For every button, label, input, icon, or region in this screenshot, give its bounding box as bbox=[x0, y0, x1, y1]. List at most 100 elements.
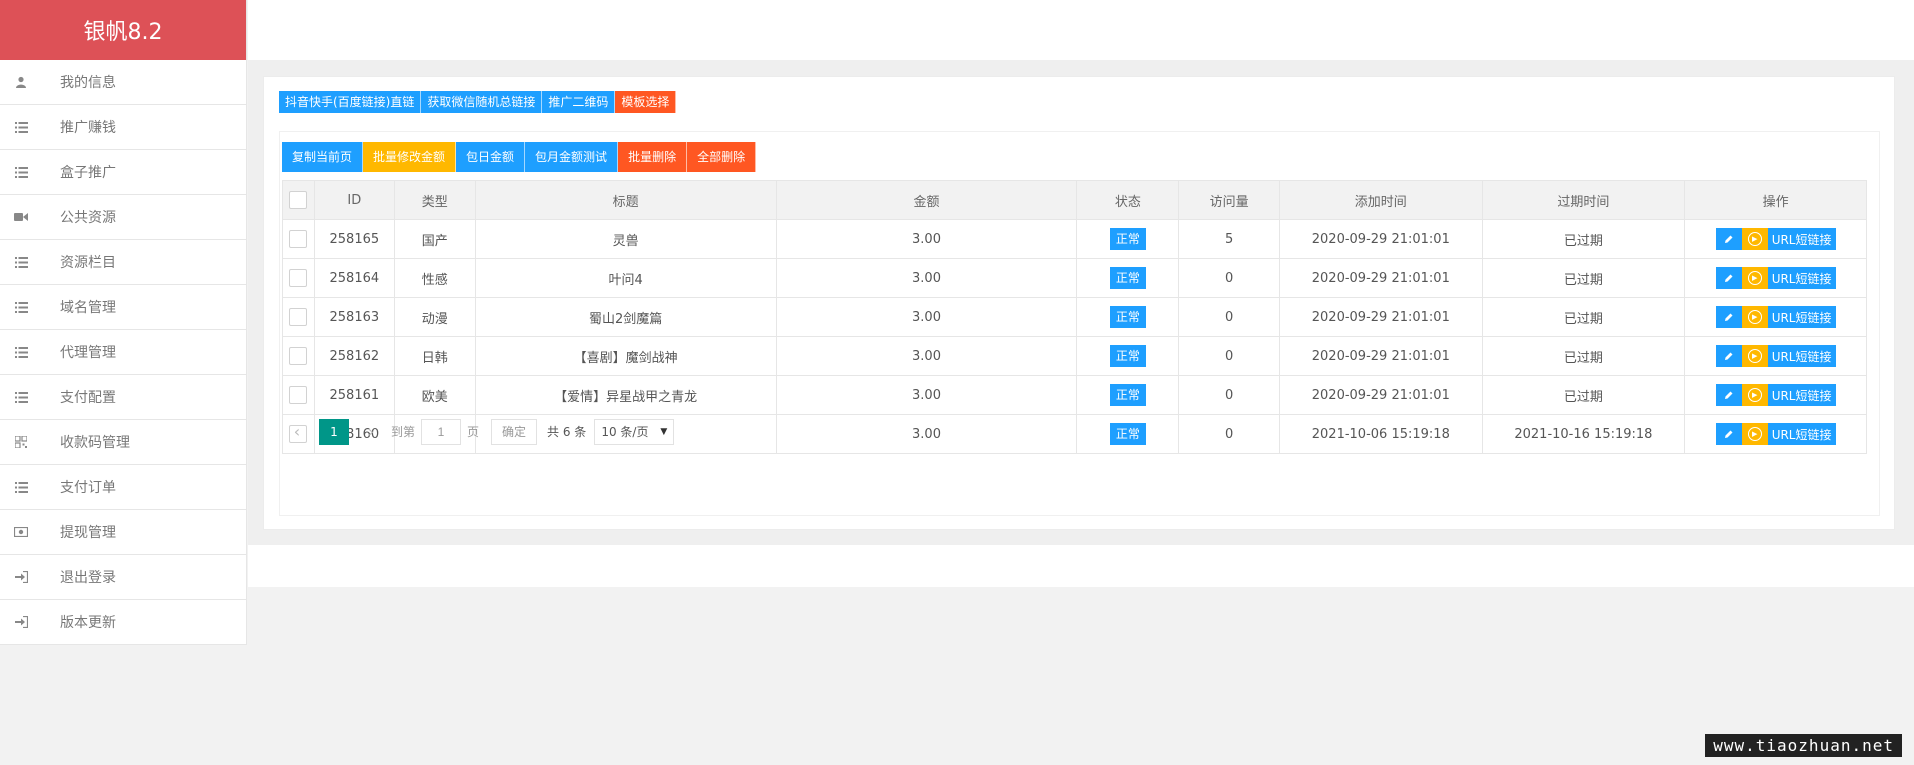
cell-actions: ▶ URL短链接 bbox=[1684, 297, 1867, 337]
edit-button[interactable] bbox=[1715, 306, 1742, 328]
action-button-5[interactable]: 全部删除 bbox=[687, 142, 757, 172]
sidebar-menu: 我的信息 推广赚钱 盒子推广 公共资源 资源栏目 域名管理 代理管理 支付配置 … bbox=[0, 60, 246, 645]
content-panel: 抖音快手(百度链接)直链 获取微信随机总链接 推广二维码 模板选择 复制当前页 批量修改… bbox=[263, 76, 1895, 530]
url-short-link-button[interactable]: URL短链接 bbox=[1767, 306, 1836, 328]
sidebar-item-3[interactable]: 公共资源 bbox=[0, 195, 246, 240]
top-button-2[interactable]: 推广二维码 bbox=[542, 91, 616, 113]
total-count: 共 6 条 bbox=[547, 425, 587, 439]
url-short-link-button[interactable]: URL短链接 bbox=[1767, 345, 1836, 367]
cell-added-time: 2020-09-29 21:01:01 bbox=[1279, 258, 1483, 298]
sidebar-item-6[interactable]: 代理管理 bbox=[0, 330, 246, 375]
row-select-cell[interactable] bbox=[282, 258, 315, 298]
play-button[interactable]: ▶ bbox=[1741, 267, 1768, 289]
row-actions: ▶ URL短链接 bbox=[1715, 306, 1836, 328]
sidebar-item-2[interactable]: 盒子推广 bbox=[0, 150, 246, 195]
sidebar-item-label: 版本更新 bbox=[60, 615, 116, 631]
top-button-0[interactable]: 抖音快手(百度链接)直链 bbox=[279, 91, 422, 113]
cell-type: 性感 bbox=[393, 258, 476, 298]
play-icon: ▶ bbox=[1747, 232, 1762, 246]
row-checkbox[interactable] bbox=[289, 347, 308, 365]
cell-visits: 0 bbox=[1178, 297, 1281, 337]
action-button-2[interactable]: 包日金额 bbox=[456, 142, 526, 172]
row-checkbox[interactable] bbox=[289, 269, 308, 287]
cell-status: 正常 bbox=[1076, 219, 1180, 259]
row-actions: ▶ URL短链接 bbox=[1715, 267, 1836, 289]
header-select-all[interactable] bbox=[282, 180, 315, 220]
cell-title: 蜀山2剑魔篇 bbox=[474, 297, 777, 337]
row-select-cell[interactable] bbox=[282, 375, 315, 415]
play-button[interactable]: ▶ bbox=[1741, 306, 1768, 328]
sidebar-item-label: 推广赚钱 bbox=[60, 120, 116, 136]
row-select-cell[interactable] bbox=[282, 219, 315, 259]
sidebar-item-9[interactable]: 支付订单 bbox=[0, 465, 246, 510]
list-icon bbox=[14, 480, 28, 494]
sidebar-item-1[interactable]: 推广赚钱 bbox=[0, 105, 246, 150]
status-badge[interactable]: 正常 bbox=[1109, 384, 1146, 406]
row-checkbox[interactable] bbox=[289, 230, 308, 248]
cell-expire-time: 已过期 bbox=[1481, 336, 1686, 376]
user-icon bbox=[14, 75, 28, 89]
edit-button[interactable] bbox=[1715, 228, 1742, 250]
row-checkbox[interactable] bbox=[289, 308, 308, 326]
edit-button[interactable] bbox=[1715, 267, 1742, 289]
cell-amount: 3.00 bbox=[775, 375, 1078, 415]
select-all-checkbox[interactable] bbox=[289, 191, 308, 209]
cell-visits: 0 bbox=[1178, 258, 1281, 298]
cell-id: 258161 bbox=[313, 375, 395, 415]
action-button-1[interactable]: 批量修改金额 bbox=[363, 142, 457, 172]
sidebar-item-11[interactable]: 退出登录 bbox=[0, 555, 246, 600]
sidebar-item-7[interactable]: 支付配置 bbox=[0, 375, 246, 420]
table-row: 258165 国产 灵兽 3.00 正常 5 2020-09-29 21:01:… bbox=[282, 219, 1867, 259]
cell-added-time: 2020-09-29 21:01:01 bbox=[1279, 297, 1483, 337]
cell-actions: ▶ URL短链接 bbox=[1684, 258, 1867, 298]
pencil-icon bbox=[1724, 274, 1733, 282]
row-select-cell[interactable] bbox=[282, 336, 315, 376]
prev-page-icon[interactable]: ‹ bbox=[283, 422, 311, 441]
goto-confirm-button[interactable]: 确定 bbox=[491, 418, 538, 445]
top-button-1[interactable]: 获取微信随机总链接 bbox=[421, 91, 543, 113]
current-page-button[interactable]: 1 bbox=[319, 418, 349, 445]
status-badge[interactable]: 正常 bbox=[1109, 267, 1146, 289]
header-title: 标题 bbox=[474, 180, 777, 220]
edit-button[interactable] bbox=[1715, 384, 1742, 406]
cell-id: 258163 bbox=[313, 297, 395, 337]
status-badge[interactable]: 正常 bbox=[1109, 228, 1146, 250]
row-select-cell[interactable] bbox=[282, 297, 315, 337]
edit-button[interactable] bbox=[1715, 345, 1742, 367]
cell-amount: 3.00 bbox=[775, 297, 1078, 337]
row-checkbox[interactable] bbox=[289, 386, 308, 404]
sidebar-item-10[interactable]: 提现管理 bbox=[0, 510, 246, 555]
sidebar-item-label: 支付配置 bbox=[60, 390, 116, 406]
page-number-input[interactable] bbox=[421, 418, 462, 445]
sidebar-item-4[interactable]: 资源栏目 bbox=[0, 240, 246, 285]
header-status: 状态 bbox=[1076, 180, 1180, 220]
top-button-3[interactable]: 模板选择 bbox=[615, 91, 677, 113]
status-badge[interactable]: 正常 bbox=[1109, 306, 1146, 328]
status-badge[interactable]: 正常 bbox=[1109, 345, 1146, 367]
cell-status: 正常 bbox=[1076, 336, 1180, 376]
sidebar-item-label: 提现管理 bbox=[60, 525, 116, 541]
url-short-link-button[interactable]: URL短链接 bbox=[1767, 384, 1836, 406]
sidebar-item-0[interactable]: 我的信息 bbox=[0, 60, 246, 105]
cell-visits: 0 bbox=[1178, 375, 1281, 415]
action-button-0[interactable]: 复制当前页 bbox=[282, 142, 364, 172]
cell-added-time: 2020-09-29 21:01:01 bbox=[1279, 219, 1483, 259]
header-visits: 访问量 bbox=[1178, 180, 1281, 220]
action-button-3[interactable]: 包月金额测试 bbox=[525, 142, 619, 172]
per-page-select[interactable]: 10 条/页 ▼ bbox=[594, 418, 675, 445]
play-button[interactable]: ▶ bbox=[1741, 384, 1768, 406]
sidebar-item-5[interactable]: 域名管理 bbox=[0, 285, 246, 330]
play-icon: ▶ bbox=[1747, 388, 1762, 402]
url-short-link-button[interactable]: URL短链接 bbox=[1767, 228, 1836, 250]
next-page-icon[interactable]: › bbox=[357, 422, 385, 441]
play-button[interactable]: ▶ bbox=[1741, 345, 1768, 367]
play-button[interactable]: ▶ bbox=[1741, 228, 1768, 250]
action-button-4[interactable]: 批量删除 bbox=[618, 142, 688, 172]
top-button-group: 抖音快手(百度链接)直链 获取微信随机总链接 推广二维码 模板选择 bbox=[279, 91, 677, 113]
sidebar-item-8[interactable]: 收款码管理 bbox=[0, 420, 246, 465]
pencil-icon bbox=[1724, 235, 1733, 243]
cell-id: 258165 bbox=[313, 219, 395, 259]
sidebar-item-12[interactable]: 版本更新 bbox=[0, 600, 246, 645]
url-short-link-button[interactable]: URL短链接 bbox=[1767, 267, 1836, 289]
cell-amount: 3.00 bbox=[775, 219, 1078, 259]
